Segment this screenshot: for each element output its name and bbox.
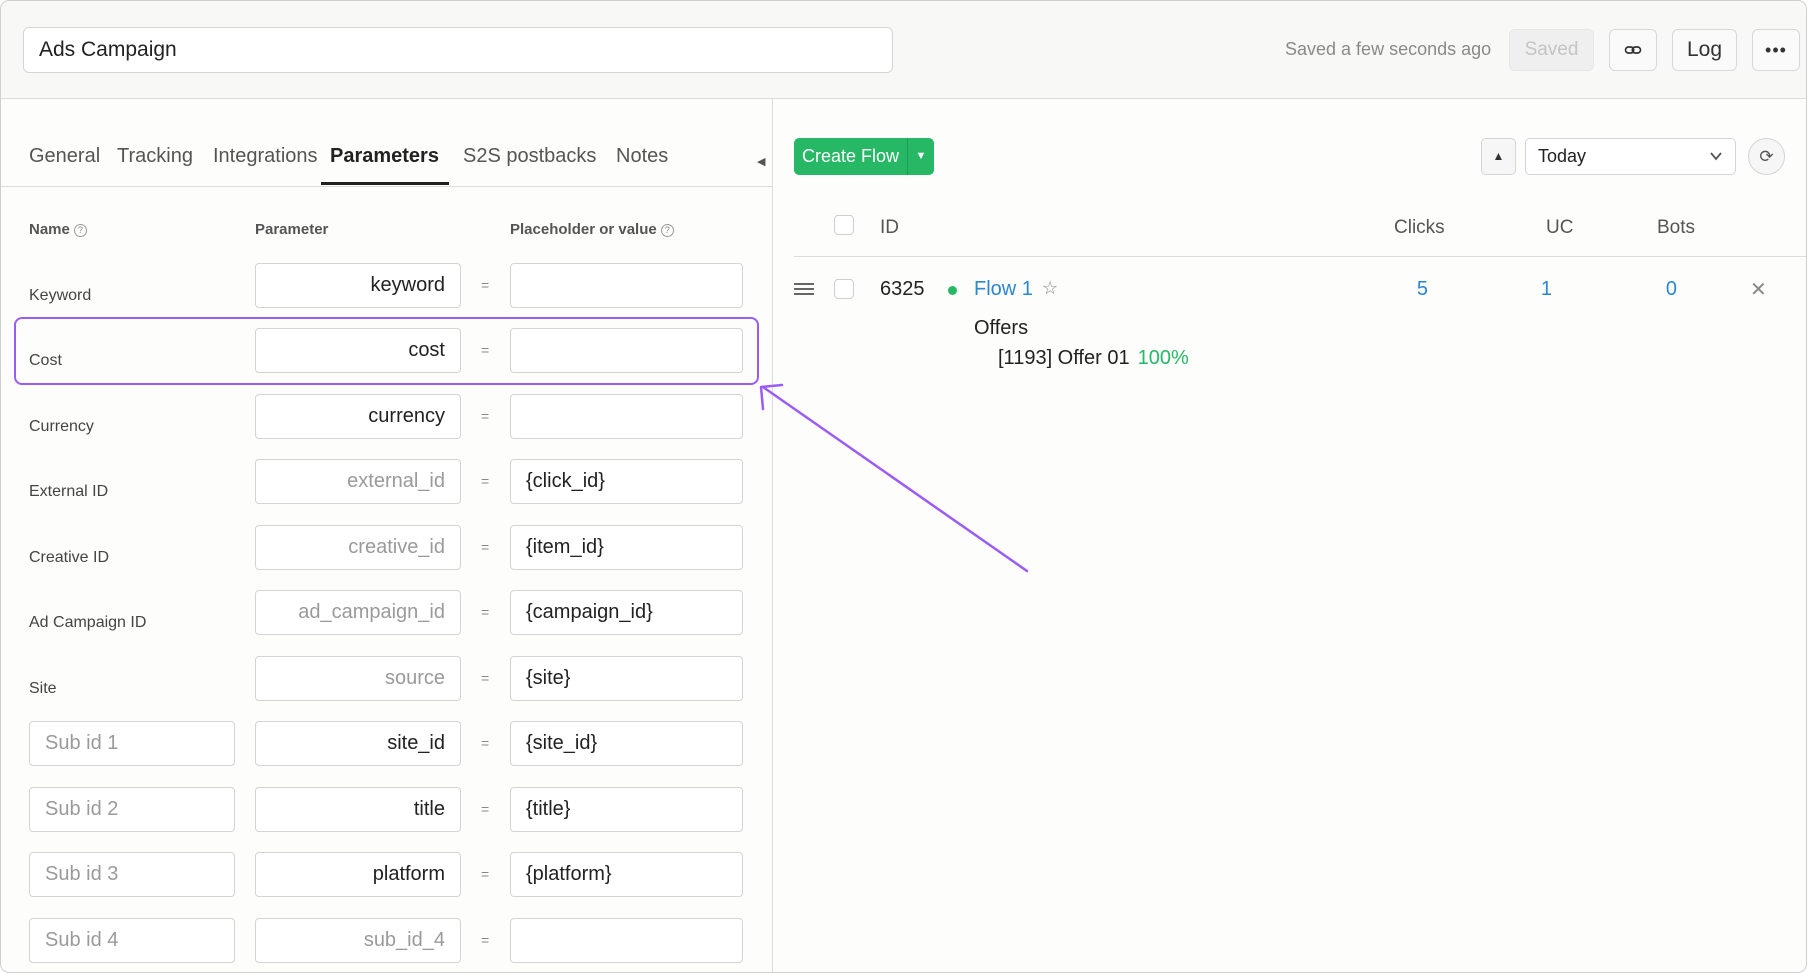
campaign-settings-panel: General Tracking Integrations Parameters… xyxy=(1,99,773,972)
parameter-input[interactable]: keyword xyxy=(255,263,461,308)
refresh-icon: ⟳ xyxy=(1759,147,1774,166)
value-input[interactable]: {click_id} xyxy=(510,459,743,504)
tab-parameters[interactable]: Parameters xyxy=(321,145,449,185)
sort-up-button[interactable]: ▲ xyxy=(1481,138,1516,175)
tab-integrations[interactable]: Integrations xyxy=(213,145,318,185)
refresh-button[interactable]: ⟳ xyxy=(1748,138,1785,175)
status-dot-icon xyxy=(948,286,957,295)
row-name-currency: Currency xyxy=(29,418,94,435)
column-header-name: Name? xyxy=(29,221,87,238)
flow-id: 6325 xyxy=(880,278,925,300)
sub-id-name-input[interactable]: Sub id 2 xyxy=(29,787,235,832)
column-header-clicks: Clicks xyxy=(1394,217,1445,238)
table-header-divider xyxy=(794,256,1806,257)
select-all-checkbox[interactable] xyxy=(834,215,854,235)
help-icon[interactable]: ? xyxy=(73,223,87,237)
parameter-input[interactable]: creative_id xyxy=(255,525,461,570)
row-name-ad-campaign-id: Ad Campaign ID xyxy=(29,614,147,631)
value-input[interactable] xyxy=(510,394,743,439)
column-header-id: ID xyxy=(880,217,899,238)
value-input[interactable]: {campaign_id} xyxy=(510,590,743,635)
value-input[interactable] xyxy=(510,918,743,963)
offer-name: [1193] Offer 01 xyxy=(998,347,1130,369)
campaign-name-input[interactable]: Ads Campaign xyxy=(23,27,893,73)
period-value: Today xyxy=(1538,146,1587,166)
offer-item: [1193] Offer 01 100% xyxy=(998,347,1189,370)
equals-sign: = xyxy=(481,277,490,293)
triangle-up-icon: ▲ xyxy=(1492,149,1505,163)
value-input[interactable]: {platform} xyxy=(510,852,743,897)
equals-sign: = xyxy=(481,473,490,489)
column-header-uc: UC xyxy=(1546,217,1574,238)
parameter-input[interactable]: sub_id_4 xyxy=(255,918,461,963)
collapse-panel-icon[interactable]: ◀ xyxy=(757,155,765,168)
row-name-keyword: Keyword xyxy=(29,287,92,304)
column-header-parameter: Parameter xyxy=(255,221,329,238)
value-input[interactable] xyxy=(510,263,743,308)
column-header-bots: Bots xyxy=(1657,217,1696,238)
sub-id-name-input[interactable]: Sub id 3 xyxy=(29,852,235,897)
flows-panel: Create Flow ▼ ▲ Today ⟳ ID Clicks UC Bot… xyxy=(774,99,1806,972)
header-bar: Ads Campaign Saved a few seconds ago Sav… xyxy=(1,1,1806,99)
equals-sign: = xyxy=(481,801,490,817)
star-icon[interactable]: ☆ xyxy=(1042,278,1058,299)
cost-row-highlight xyxy=(14,317,759,385)
value-input[interactable]: {site} xyxy=(510,656,743,701)
equals-sign: = xyxy=(481,539,490,555)
create-flow-button[interactable]: Create Flow ▼ xyxy=(794,138,934,175)
create-flow-label[interactable]: Create Flow xyxy=(794,138,908,175)
offers-label: Offers xyxy=(974,317,1029,339)
save-status-text: Saved a few seconds ago xyxy=(1285,39,1492,59)
equals-sign: = xyxy=(481,670,490,686)
sub-id-name-input[interactable]: Sub id 4 xyxy=(29,918,235,963)
flow-bots[interactable]: 0 xyxy=(1617,278,1677,301)
equals-sign: = xyxy=(481,932,490,948)
equals-sign: = xyxy=(481,604,490,620)
saved-button[interactable]: Saved xyxy=(1509,29,1594,71)
column-header-placeholder: Placeholder or value? xyxy=(510,221,674,238)
app-window: Ads Campaign Saved a few seconds ago Sav… xyxy=(0,0,1807,973)
offer-share: 100% xyxy=(1137,347,1189,369)
row-name-creative-id: Creative ID xyxy=(29,549,110,566)
parameter-input[interactable]: site_id xyxy=(255,721,461,766)
caret-down-icon[interactable]: ▼ xyxy=(908,138,934,175)
settings-tabs: General Tracking Integrations Parameters… xyxy=(1,99,773,187)
row-checkbox[interactable] xyxy=(834,279,854,299)
equals-sign: = xyxy=(481,408,490,424)
tab-s2s-postbacks[interactable]: S2S postbacks xyxy=(463,145,596,185)
parameter-input[interactable]: source xyxy=(255,656,461,701)
sub-id-name-input[interactable]: Sub id 1 xyxy=(29,721,235,766)
row-name-external-id: External ID xyxy=(29,483,109,500)
drag-handle-icon[interactable] xyxy=(794,283,814,295)
more-options-button[interactable]: ••• xyxy=(1752,29,1800,71)
flow-uc[interactable]: 1 xyxy=(1492,278,1552,301)
tab-general[interactable]: General xyxy=(29,145,100,185)
parameter-input[interactable]: currency xyxy=(255,394,461,439)
log-button[interactable]: Log xyxy=(1672,29,1737,71)
flow-name-link[interactable]: Flow 1 xyxy=(974,278,1033,301)
parameter-input[interactable]: external_id xyxy=(255,459,461,504)
tab-notes[interactable]: Notes xyxy=(616,145,668,185)
chevron-down-icon xyxy=(1710,152,1722,161)
row-name-site: Site xyxy=(29,680,57,697)
parameter-input[interactable]: title xyxy=(255,787,461,832)
value-input[interactable]: {title} xyxy=(510,787,743,832)
link-button[interactable] xyxy=(1609,29,1657,71)
tab-tracking[interactable]: Tracking xyxy=(117,145,193,185)
value-input[interactable]: {site_id} xyxy=(510,721,743,766)
link-icon xyxy=(1624,46,1642,54)
period-select[interactable]: Today xyxy=(1525,138,1736,175)
flow-clicks[interactable]: 5 xyxy=(1368,278,1428,301)
parameter-input[interactable]: ad_campaign_id xyxy=(255,590,461,635)
close-icon[interactable]: ✕ xyxy=(1750,277,1767,302)
equals-sign: = xyxy=(481,866,490,882)
help-icon[interactable]: ? xyxy=(660,223,674,237)
equals-sign: = xyxy=(481,735,490,751)
value-input[interactable]: {item_id} xyxy=(510,525,743,570)
parameter-input[interactable]: platform xyxy=(255,852,461,897)
